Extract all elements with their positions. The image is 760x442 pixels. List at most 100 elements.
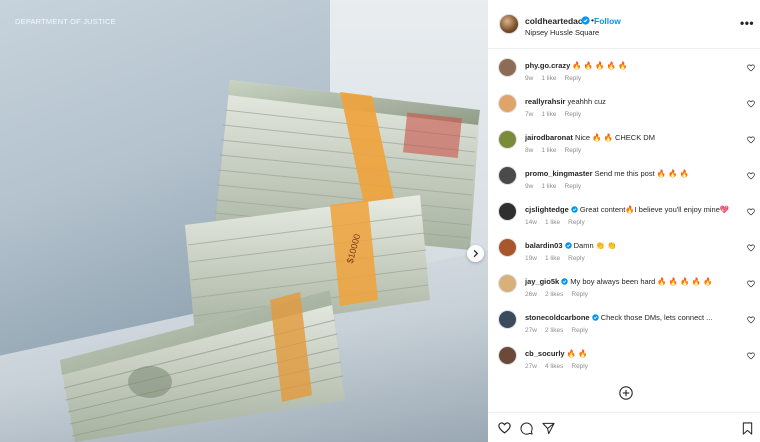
comment-text: 🔥 🔥 🔥 🔥 🔥 bbox=[572, 61, 628, 70]
comment-username[interactable]: cjslightedge bbox=[525, 205, 569, 214]
comment-text: Nice 🔥 🔥 CHECK DM bbox=[575, 133, 655, 142]
verified-badge-icon bbox=[591, 314, 599, 321]
comment-likes[interactable]: 1 like bbox=[541, 183, 556, 190]
comment-username[interactable]: reallyrahsir bbox=[525, 97, 565, 106]
reply-button[interactable]: Reply bbox=[565, 147, 582, 154]
avatar[interactable] bbox=[498, 274, 517, 293]
comment-item: jay_gio5k My boy always been hard 🔥 🔥 🔥 … bbox=[488, 268, 760, 304]
comment-username[interactable]: phy.go.crazy bbox=[525, 61, 570, 70]
heart-icon[interactable] bbox=[747, 244, 755, 252]
avatar[interactable] bbox=[498, 166, 517, 185]
avatar[interactable] bbox=[498, 346, 517, 365]
comment-text: My boy always been hard 🔥 🔥 🔥 🔥 🔥 bbox=[570, 277, 713, 286]
heart-icon[interactable] bbox=[747, 64, 755, 72]
comment-username[interactable]: balardin03 bbox=[525, 241, 563, 250]
comment-item: balardin03 Damn 👏 👏 19w 1 like Reply bbox=[488, 232, 760, 268]
post-header: coldheartedac • Follow Nipsey Hussle Squ… bbox=[488, 0, 760, 44]
comment-username[interactable]: promo_kingmaster bbox=[525, 169, 593, 178]
comment-text: Damn 👏 👏 bbox=[573, 241, 617, 250]
verified-badge-icon bbox=[571, 206, 578, 213]
comment-item: phy.go.crazy 🔥 🔥 🔥 🔥 🔥 9w 1 like Reply bbox=[488, 52, 760, 88]
comment-text-line: cb_socurly 🔥 🔥 bbox=[525, 349, 587, 358]
comment-username[interactable]: stonecoldcarbone bbox=[525, 313, 590, 322]
comment-text-line: balardin03 Damn 👏 👏 bbox=[525, 241, 616, 250]
heart-icon[interactable] bbox=[747, 280, 755, 288]
reply-button[interactable]: Reply bbox=[565, 111, 582, 118]
comment-icon[interactable] bbox=[520, 422, 533, 435]
avatar[interactable] bbox=[498, 58, 517, 77]
share-icon[interactable] bbox=[542, 422, 555, 435]
comment-age: 9w bbox=[525, 75, 534, 82]
comment-item: stonecoldcarbone Check those DMs, lets c… bbox=[488, 304, 760, 340]
post-author-username[interactable]: coldheartedac bbox=[525, 16, 583, 26]
next-image-button[interactable] bbox=[467, 245, 484, 262]
comment-meta: 19w 1 like Reply bbox=[525, 255, 593, 262]
reply-button[interactable]: Reply bbox=[568, 219, 585, 226]
verified-badge-icon bbox=[581, 16, 590, 25]
divider bbox=[488, 48, 760, 49]
comment-likes[interactable]: 2 likes bbox=[545, 291, 563, 298]
comment-text-line: reallyrahsir yeahhh cuz bbox=[525, 97, 606, 106]
verified-badge-icon bbox=[561, 278, 568, 285]
post-image[interactable]: $10000 DEPARTMENT OF JUSTICE bbox=[0, 0, 488, 442]
avatar[interactable] bbox=[498, 310, 517, 329]
watermark: DEPARTMENT OF JUSTICE bbox=[15, 17, 116, 26]
comment-likes[interactable]: 1 like bbox=[545, 255, 560, 262]
bookmark-icon[interactable] bbox=[742, 422, 753, 435]
heart-icon[interactable] bbox=[747, 352, 755, 360]
avatar[interactable] bbox=[498, 130, 517, 149]
comment-meta: 26w 2 likes Reply bbox=[525, 291, 596, 298]
avatar[interactable] bbox=[498, 94, 517, 113]
comment-text: 🔥 🔥 bbox=[566, 349, 588, 358]
reply-button[interactable]: Reply bbox=[565, 75, 582, 82]
comment-likes[interactable]: 1 like bbox=[541, 147, 556, 154]
comment-meta: 27w 2 likes Reply bbox=[525, 327, 596, 334]
comment-username[interactable]: jairodbaronat bbox=[525, 133, 573, 142]
comment-text: Great content🔥I believe you'll enjoy min… bbox=[579, 205, 730, 214]
comment-item: promo_kingmaster Send me this post 🔥 🔥 🔥… bbox=[488, 160, 760, 196]
comment-item: cb_socurly 🔥 🔥 27w 4 likes Reply bbox=[488, 340, 760, 376]
comment-item: jairodbaronat Nice 🔥 🔥 CHECK DM 8w 1 like… bbox=[488, 124, 760, 160]
comment-age: 9w bbox=[525, 183, 534, 190]
comment-text-line: jairodbaronat Nice 🔥 🔥 CHECK DM bbox=[525, 133, 655, 142]
comment-text: Send me this post 🔥 🔥 🔥 bbox=[594, 169, 689, 178]
comment-likes[interactable]: 2 likes bbox=[545, 327, 563, 334]
avatar[interactable] bbox=[499, 14, 519, 34]
comment-meta: 14w 1 like Reply bbox=[525, 219, 593, 226]
heart-icon[interactable] bbox=[747, 100, 755, 108]
comment-meta: 9w 1 like Reply bbox=[525, 75, 589, 82]
reply-button[interactable]: Reply bbox=[571, 327, 588, 334]
heart-icon[interactable] bbox=[498, 422, 511, 434]
reply-button[interactable]: Reply bbox=[568, 255, 585, 262]
comment-meta: 9w 1 like Reply bbox=[525, 183, 589, 190]
heart-icon[interactable] bbox=[747, 172, 755, 180]
comment-age: 19w bbox=[525, 255, 537, 262]
comment-age: 27w bbox=[525, 327, 537, 334]
heart-icon[interactable] bbox=[747, 136, 755, 144]
verified-badge-icon bbox=[564, 242, 572, 249]
comment-text: Check those DMs, lets connect ... bbox=[600, 313, 713, 322]
comment-username[interactable]: cb_socurly bbox=[525, 349, 565, 358]
reply-button[interactable]: Reply bbox=[565, 183, 582, 190]
comment-likes[interactable]: 1 like bbox=[545, 219, 560, 226]
comment-age: 26w bbox=[525, 291, 537, 298]
heart-icon[interactable] bbox=[747, 316, 755, 324]
comment-age: 27w bbox=[525, 363, 537, 370]
follow-button[interactable]: Follow bbox=[594, 16, 621, 26]
comment-age: 7w bbox=[525, 111, 534, 118]
comment-likes[interactable]: 1 like bbox=[541, 111, 556, 118]
reply-button[interactable]: Reply bbox=[571, 363, 588, 370]
comment-age: 14w bbox=[525, 219, 537, 226]
post-location[interactable]: Nipsey Hussle Square bbox=[525, 28, 599, 37]
avatar[interactable] bbox=[498, 202, 517, 221]
comment-likes[interactable]: 1 like bbox=[541, 75, 556, 82]
avatar[interactable] bbox=[498, 238, 517, 257]
comment-likes[interactable]: 4 likes bbox=[545, 363, 563, 370]
plus-circle-icon[interactable] bbox=[619, 386, 633, 400]
post-action-bar bbox=[488, 412, 760, 442]
comment-meta: 7w 1 like Reply bbox=[525, 111, 589, 118]
reply-button[interactable]: Reply bbox=[571, 291, 588, 298]
more-options-button[interactable]: ••• bbox=[740, 16, 754, 30]
heart-icon[interactable] bbox=[747, 208, 755, 216]
comment-username[interactable]: jay_gio5k bbox=[525, 277, 559, 286]
